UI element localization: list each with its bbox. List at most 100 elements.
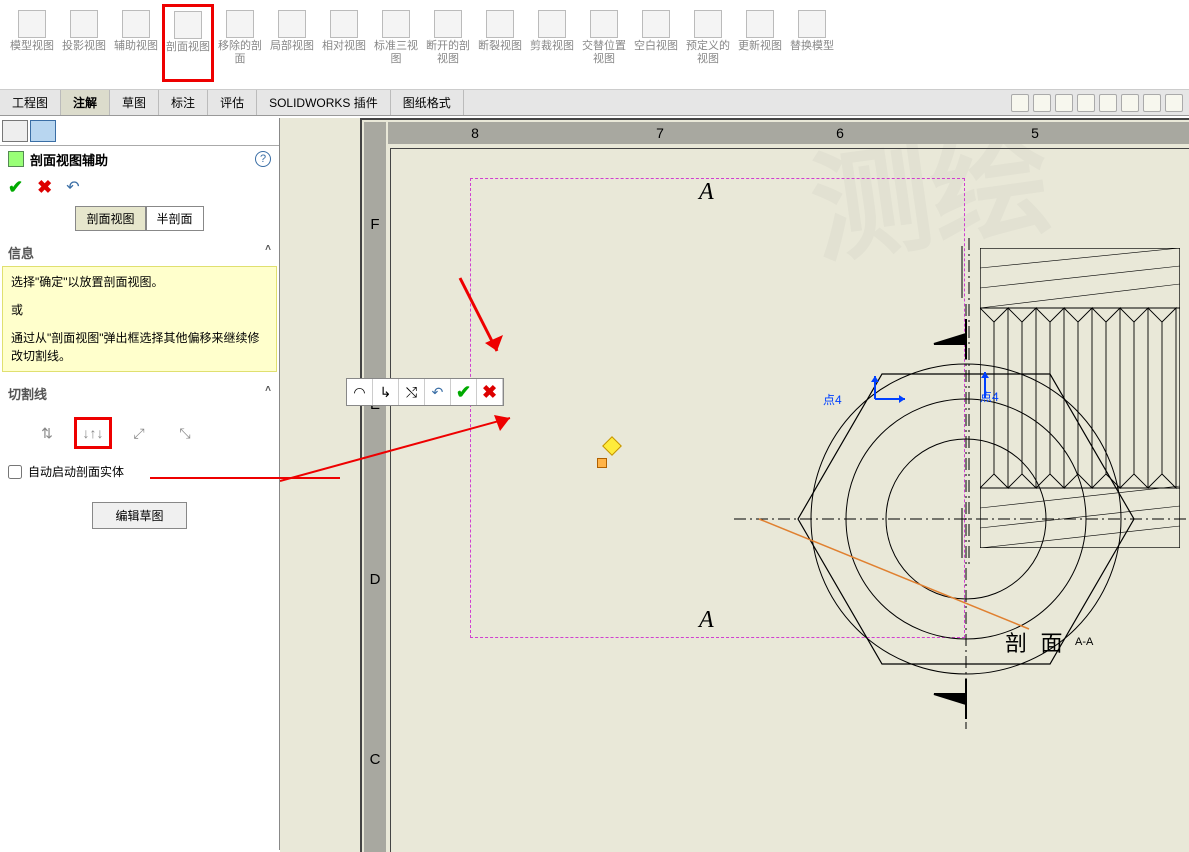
alternate-position-icon — [590, 10, 618, 38]
auto-start-check[interactable]: 自动启动剖面实体 — [0, 459, 279, 484]
ribbon-detail-view[interactable]: 局部视图 — [266, 4, 318, 82]
zone-row-f: F — [364, 215, 386, 233]
watermark: 天 — [280, 390, 282, 579]
tab-annotation[interactable]: 注解 — [61, 90, 110, 115]
info-box: 选择"确定"以放置剖面视图。 或 通过从"剖面视图"弹出框选择其他偏移来继续修改… — [2, 266, 277, 372]
ok-cancel-row: ✔ ✖ ↶ — [0, 172, 279, 202]
view-tool-8-icon[interactable] — [1165, 94, 1183, 112]
tab-sheet-format[interactable]: 图纸格式 — [391, 90, 464, 115]
pm-tab-property-icon[interactable] — [30, 120, 56, 142]
tab-markup[interactable]: 标注 — [159, 90, 208, 115]
view-tool-1-icon[interactable] — [1011, 94, 1029, 112]
cancel-button[interactable]: ✖ — [37, 177, 52, 198]
section-label-a-bot: A — [699, 607, 714, 634]
section-view-popup-toolbar: ◠ ↳ ⤭ ↶ ✔ ✖ — [346, 378, 504, 406]
view-tool-7-icon[interactable] — [1143, 94, 1161, 112]
view-tool-5-icon[interactable] — [1099, 94, 1117, 112]
view-tool-3-icon[interactable] — [1055, 94, 1073, 112]
popup-ok-button[interactable]: ✔ — [451, 379, 477, 405]
popup-cancel-button[interactable]: ✖ — [477, 379, 503, 405]
dim-point-4[interactable]: 点4 — [823, 391, 842, 408]
help-icon[interactable]: ? — [255, 151, 271, 167]
relative-view-icon — [330, 10, 358, 38]
ribbon-toolbar: 模型视图 投影视图 辅助视图 剖面视图 移除的剖面 局部视图 相对视图 标准三视… — [0, 0, 1189, 90]
drawing-view-1[interactable]: A A 点4 — [470, 178, 965, 638]
zone-col-5: 5 — [1027, 122, 1043, 144]
section-assist-icon — [8, 151, 24, 167]
info-header[interactable]: 信息˄ — [0, 239, 279, 266]
detail-view-icon — [278, 10, 306, 38]
ribbon-standard-3view[interactable]: 标准三视图 — [370, 4, 422, 82]
projected-view-icon — [70, 10, 98, 38]
ribbon-blank-view[interactable]: 空白视图 — [630, 4, 682, 82]
pm-tab-strip — [0, 118, 279, 146]
ribbon-model-view[interactable]: 模型视图 — [6, 4, 58, 82]
replace-model-icon — [798, 10, 826, 38]
pm-tab-feature-icon[interactable] — [2, 120, 28, 142]
info-line2: 通过从"剖面视图"弹出框选择其他偏移来继续修改切割线。 — [11, 329, 268, 365]
ribbon-break-view[interactable]: 断裂视图 — [474, 4, 526, 82]
removed-section-icon — [226, 10, 254, 38]
tab-evaluate[interactable]: 评估 — [208, 90, 257, 115]
section-view-icon — [174, 11, 202, 39]
popup-notch-offset-button[interactable]: ⤭ — [399, 379, 425, 405]
view-tool-4-icon[interactable] — [1077, 94, 1095, 112]
zone-col-strip — [388, 122, 1189, 144]
crop-view-icon — [538, 10, 566, 38]
tab-sketch[interactable]: 草图 — [110, 90, 159, 115]
view-tool-6-icon[interactable] — [1121, 94, 1139, 112]
cutline-aligned-button[interactable]: ⤡ — [166, 417, 204, 449]
pm-title: 剖面视图辅助 — [30, 150, 108, 169]
mode-tab-half[interactable]: 半剖面 — [146, 206, 204, 231]
auto-start-label: 自动启动剖面实体 — [28, 463, 124, 480]
ribbon-update-view[interactable]: 更新视图 — [734, 4, 786, 82]
blue-triad-icon[interactable] — [855, 374, 915, 424]
property-manager: 剖面视图辅助 ? ✔ ✖ ↶ 剖面视图 半剖面 信息˄ 选择"确定"以放置剖面视… — [0, 118, 280, 850]
sketch-endpoint[interactable] — [597, 458, 607, 468]
tab-sw-addins[interactable]: SOLIDWORKS 插件 — [257, 90, 391, 115]
undo-button[interactable]: ↶ — [66, 177, 79, 197]
drawing-canvas[interactable]: 天 测绘 8 7 6 5 F E D C — [280, 118, 1189, 852]
info-or: 或 — [11, 301, 268, 319]
ribbon-auxiliary-view[interactable]: 辅助视图 — [110, 4, 162, 82]
zone-col-7: 7 — [652, 122, 668, 144]
ribbon-relative-view[interactable]: 相对视图 — [318, 4, 370, 82]
blank-view-icon — [642, 10, 670, 38]
tab-drawing[interactable]: 工程图 — [0, 90, 61, 115]
ribbon-crop-view[interactable]: 剪裁视图 — [526, 4, 578, 82]
auxiliary-view-icon — [122, 10, 150, 38]
ribbon-alternate-position[interactable]: 交替位置视图 — [578, 4, 630, 82]
cutline-header[interactable]: 切割线˄ — [0, 380, 279, 407]
cutline-aux-button[interactable]: ⤢ — [120, 417, 158, 449]
cutline-section: ⇅ ↓↑↓ ⤢ ⤡ — [0, 407, 279, 459]
update-view-icon — [746, 10, 774, 38]
ok-button[interactable]: ✔ — [8, 177, 23, 198]
cutline-horizontal-button[interactable]: ↓↑↓ — [74, 417, 112, 449]
view-tool-2-icon[interactable] — [1033, 94, 1051, 112]
cutline-vertical-button[interactable]: ⇅ — [28, 417, 66, 449]
mode-tab-section[interactable]: 剖面视图 — [75, 206, 145, 231]
command-tabbar: 工程图 注解 草图 标注 评估 SOLIDWORKS 插件 图纸格式 — [0, 90, 1189, 116]
ribbon-predefined-view[interactable]: 预定义的视图 — [682, 4, 734, 82]
broken-out-section-icon — [434, 10, 462, 38]
zone-row-d: D — [364, 570, 386, 588]
info-line1: 选择"确定"以放置剖面视图。 — [11, 273, 268, 291]
section-label-a-top: A — [699, 179, 714, 206]
ribbon-broken-out-section[interactable]: 断开的剖视图 — [422, 4, 474, 82]
ribbon-replace-model[interactable]: 替换模型 — [786, 4, 838, 82]
ribbon-section-view[interactable]: 剖面视图 — [162, 4, 214, 82]
edit-sketch-button[interactable]: 编辑草图 — [92, 502, 186, 529]
pm-header: 剖面视图辅助 ? — [0, 146, 279, 172]
chevron-up-icon: ˄ — [265, 243, 271, 262]
ribbon-removed-section[interactable]: 移除的剖面 — [214, 4, 266, 82]
popup-single-offset-button[interactable]: ↳ — [373, 379, 399, 405]
auto-start-checkbox[interactable] — [8, 465, 22, 479]
blue-triad-2-icon[interactable] — [970, 368, 1030, 418]
zone-row-c: C — [364, 750, 386, 768]
view-tools — [1005, 90, 1189, 115]
popup-arc-offset-button[interactable]: ◠ — [347, 379, 373, 405]
sketch-point-marker[interactable] — [602, 436, 622, 456]
chevron-up-icon: ˄ — [265, 384, 271, 403]
popup-undo-button[interactable]: ↶ — [425, 379, 451, 405]
ribbon-projected-view[interactable]: 投影视图 — [58, 4, 110, 82]
